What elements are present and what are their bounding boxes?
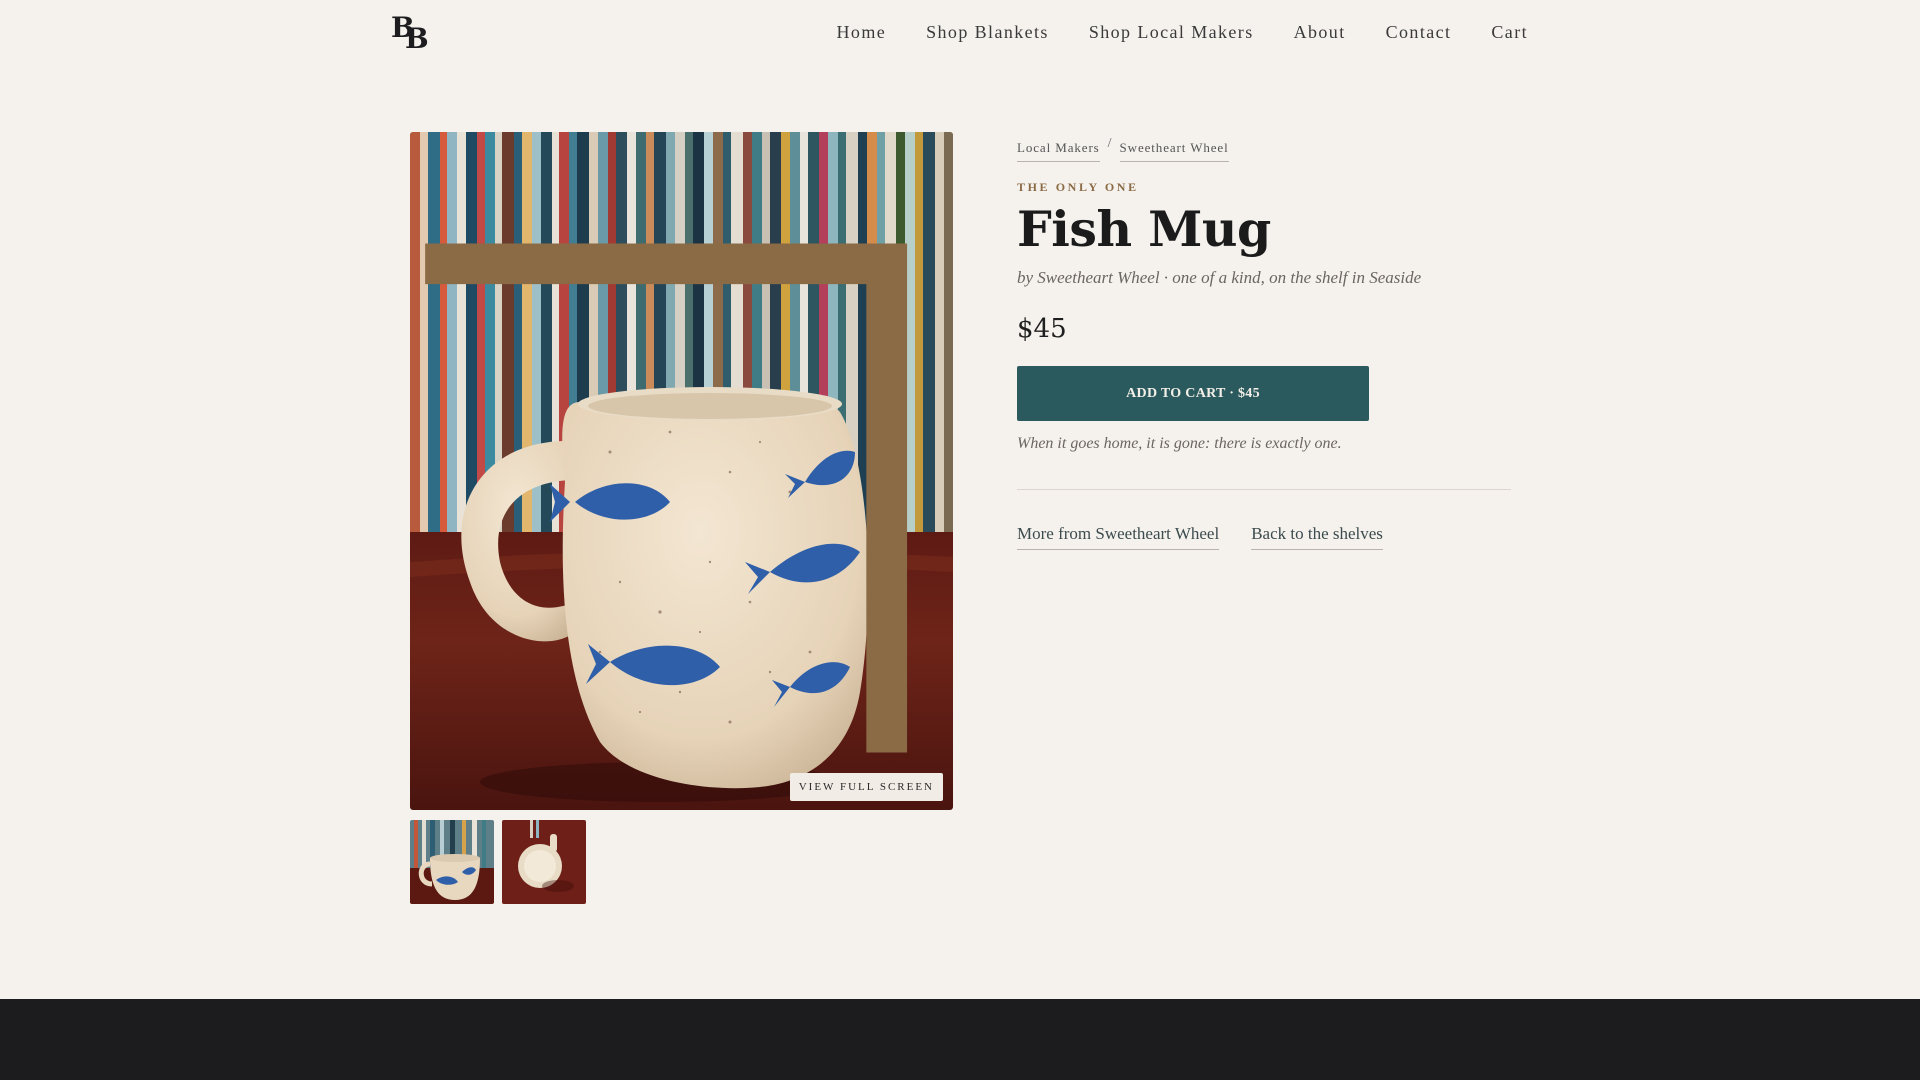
- nav-shop-blankets[interactable]: Shop Blankets: [926, 22, 1049, 43]
- breadcrumb-separator: /: [1107, 136, 1112, 151]
- view-full-screen-button[interactable]: VIEW FULL SCREEN: [789, 773, 943, 801]
- more-from-maker-link[interactable]: More from Sweetheart Wheel: [1017, 524, 1220, 550]
- thumbnail-1[interactable]: [410, 820, 494, 904]
- product-eyebrow: THE ONLY ONE: [1017, 180, 1139, 194]
- product-title: Fish Mug: [1017, 200, 1271, 258]
- corner-mark-icon: [425, 243, 908, 753]
- thumbnail-strip: [410, 820, 586, 904]
- divider: [1017, 489, 1511, 490]
- main-nav: Home Shop Blankets Shop Local Makers Abo…: [837, 22, 1528, 43]
- nav-contact[interactable]: Contact: [1386, 22, 1452, 43]
- thumbnail-mug-top-image: [502, 820, 586, 904]
- nav-about[interactable]: About: [1294, 22, 1346, 43]
- nav-home[interactable]: Home: [837, 22, 887, 43]
- product-main-image[interactable]: VIEW FULL SCREEN: [410, 132, 953, 810]
- add-to-cart-button[interactable]: ADD TO CART · $45: [1017, 366, 1369, 421]
- breadcrumb: Local Makers / Sweetheart Wheel: [1017, 136, 1511, 166]
- breadcrumb-local-makers[interactable]: Local Makers: [1017, 136, 1100, 162]
- thumbnail-mug-side-image: [410, 820, 494, 904]
- logo-letter-2: B: [405, 22, 429, 55]
- product-details: Local Makers / Sweetheart Wheel THE ONLY…: [1017, 136, 1511, 550]
- nav-shop-local-makers[interactable]: Shop Local Makers: [1089, 22, 1254, 43]
- site-header: B B Home Shop Blankets Shop Local Makers…: [0, 0, 1920, 70]
- site-logo[interactable]: B B: [391, 14, 431, 54]
- related-links: More from Sweetheart Wheel Back to the s…: [1017, 524, 1511, 550]
- nav-cart[interactable]: Cart: [1491, 22, 1528, 43]
- back-to-shelves-link[interactable]: Back to the shelves: [1251, 524, 1383, 550]
- product-byline: by Sweetheart Wheel · one of a kind, on …: [1017, 268, 1422, 287]
- product-price: $45: [1017, 314, 1067, 344]
- site-footer: [0, 999, 1920, 1080]
- thumbnail-2[interactable]: [502, 820, 586, 904]
- uniqueness-note: When it goes home, it is gone: there is …: [1017, 435, 1342, 452]
- breadcrumb-sweetheart-wheel[interactable]: Sweetheart Wheel: [1119, 136, 1229, 162]
